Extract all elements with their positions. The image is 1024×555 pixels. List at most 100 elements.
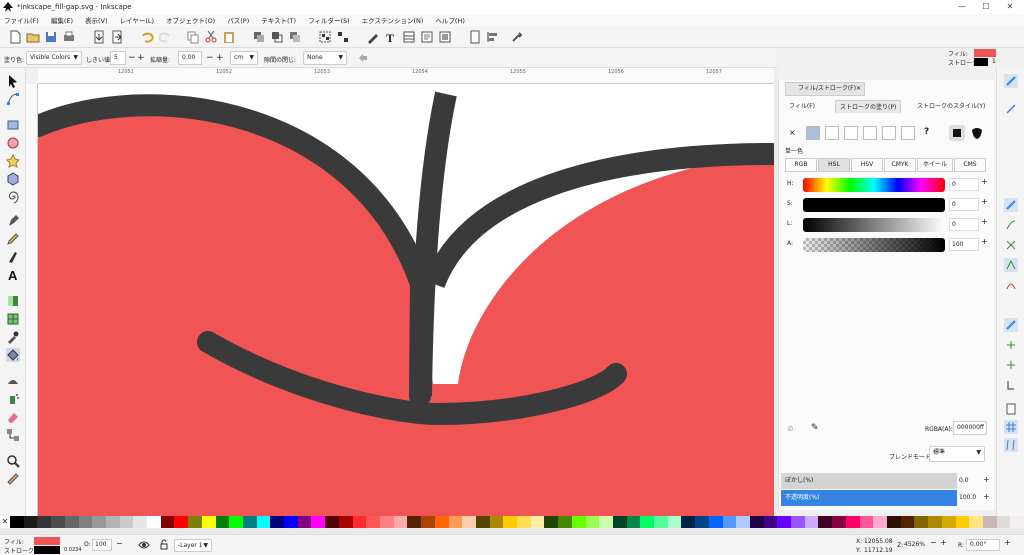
grow-decrement-button[interactable]: − bbox=[206, 51, 214, 65]
palette-swatch[interactable] bbox=[1010, 516, 1024, 528]
palette-swatch[interactable] bbox=[407, 516, 422, 528]
palette-swatch[interactable] bbox=[928, 516, 942, 528]
reset-icon[interactable] bbox=[356, 51, 370, 65]
open-file-icon[interactable] bbox=[26, 30, 40, 44]
threshold-increment-button[interactable]: + bbox=[137, 51, 145, 65]
linear-gradient-icon[interactable] bbox=[825, 126, 839, 140]
status-fill-swatch[interactable] bbox=[34, 537, 60, 545]
menu-object[interactable]: オブジェクト(O) bbox=[166, 15, 215, 25]
palette-swatch[interactable] bbox=[256, 516, 271, 528]
palette-swatch[interactable] bbox=[284, 516, 298, 528]
palette-swatch[interactable] bbox=[722, 516, 737, 528]
tab-stroke-paint[interactable]: ストロークの塗り(P) bbox=[835, 100, 902, 114]
snap-cusp-icon[interactable] bbox=[1004, 258, 1018, 272]
threshold-input[interactable]: 5 bbox=[110, 51, 126, 65]
connector-tool-icon[interactable] bbox=[6, 428, 20, 442]
color-picker-icon[interactable]: ✎ bbox=[811, 423, 821, 433]
hue-slider[interactable] bbox=[803, 178, 945, 192]
palette-swatch[interactable] bbox=[448, 516, 463, 528]
palette-swatch[interactable] bbox=[201, 516, 216, 528]
gradient-tool-icon[interactable] bbox=[6, 294, 20, 308]
mode-hsv[interactable]: HSV bbox=[851, 158, 883, 172]
spray-tool-icon[interactable] bbox=[6, 392, 20, 406]
palette-swatch[interactable] bbox=[147, 516, 161, 528]
palette-swatch[interactable] bbox=[558, 516, 572, 528]
palette-swatch[interactable] bbox=[10, 516, 24, 528]
mode-wheel[interactable]: ホイール bbox=[917, 158, 953, 172]
snap-rotation-center-icon[interactable] bbox=[1004, 358, 1018, 372]
redo-icon[interactable] bbox=[158, 30, 172, 44]
palette-swatch[interactable] bbox=[174, 516, 189, 528]
rotation-increment-button[interactable]: + bbox=[1004, 538, 1011, 547]
close-button[interactable]: ✕ bbox=[998, 0, 1022, 14]
dropper-tool-icon[interactable] bbox=[6, 330, 20, 344]
clone-icon[interactable] bbox=[270, 30, 284, 44]
palette-swatch[interactable] bbox=[873, 516, 887, 528]
blend-mode-dropdown[interactable]: 標準 ▼ bbox=[929, 446, 985, 462]
palette-swatch[interactable] bbox=[434, 516, 449, 528]
group-icon[interactable] bbox=[318, 30, 332, 44]
palette-swatch[interactable] bbox=[763, 516, 778, 528]
palette-swatch[interactable] bbox=[325, 516, 339, 528]
fill-rule-nonzero-icon[interactable] bbox=[969, 125, 985, 141]
menu-help[interactable]: ヘルプ(H) bbox=[435, 15, 464, 25]
export-icon[interactable] bbox=[110, 30, 124, 44]
palette-swatch[interactable] bbox=[270, 516, 285, 528]
menu-path[interactable]: パス(P) bbox=[227, 15, 249, 25]
opacity-slider[interactable]: 不透明度(%) bbox=[781, 490, 957, 506]
pattern-icon[interactable] bbox=[863, 126, 877, 140]
tab-fill[interactable]: フィル(F) bbox=[785, 100, 819, 114]
text-font-dialog-icon[interactable]: T bbox=[384, 30, 398, 45]
stem-stroke[interactable] bbox=[410, 91, 457, 397]
blur-input[interactable]: 0.0 bbox=[957, 473, 981, 489]
palette-swatch[interactable] bbox=[119, 516, 134, 528]
palette-swatch[interactable] bbox=[818, 516, 833, 528]
panel-tab[interactable]: フィル/ストローク(F) ✕ bbox=[785, 82, 865, 96]
panel-close-icon[interactable]: ✕ bbox=[856, 83, 861, 95]
node-tool-icon[interactable] bbox=[6, 92, 20, 106]
menu-text[interactable]: テキスト(T) bbox=[261, 15, 296, 25]
palette-swatch[interactable] bbox=[681, 516, 696, 528]
palette-swatch[interactable] bbox=[544, 516, 559, 528]
status-opacity-input[interactable]: 100 bbox=[92, 539, 112, 551]
hue-input[interactable]: 0 bbox=[949, 178, 979, 191]
palette-swatch[interactable] bbox=[475, 516, 490, 528]
minimize-button[interactable]: — bbox=[950, 0, 974, 14]
menu-filters[interactable]: フィルター(S) bbox=[308, 15, 350, 25]
palette-swatch[interactable] bbox=[585, 516, 600, 528]
lightness-increment-button[interactable]: + bbox=[981, 217, 988, 226]
palette-none-swatch[interactable]: ✕ bbox=[0, 516, 10, 528]
duplicate-icon[interactable] bbox=[252, 30, 266, 44]
palette-swatch[interactable] bbox=[530, 516, 545, 528]
palette-swatch[interactable] bbox=[900, 516, 915, 528]
pencil-tool-icon[interactable] bbox=[6, 232, 20, 246]
snap-toggle-icon[interactable] bbox=[1004, 74, 1018, 88]
close-gaps-dropdown[interactable]: None ▼ bbox=[303, 51, 347, 65]
align-distribute-icon[interactable] bbox=[486, 30, 500, 44]
palette-swatch[interactable] bbox=[708, 516, 723, 528]
threshold-decrement-button[interactable]: − bbox=[128, 51, 136, 65]
palette-swatch[interactable] bbox=[242, 516, 257, 528]
grow-input[interactable]: 0.00 bbox=[178, 51, 202, 65]
palette-swatch[interactable] bbox=[366, 516, 380, 528]
hue-increment-button[interactable]: + bbox=[981, 177, 988, 186]
mode-rgb[interactable]: RGB bbox=[785, 158, 817, 172]
vertical-ruler[interactable] bbox=[26, 84, 38, 516]
unknown-paint-icon[interactable]: ? bbox=[924, 127, 929, 137]
swatch-icon[interactable] bbox=[901, 126, 915, 140]
zoom-input[interactable]: 4526% bbox=[904, 539, 928, 551]
palette-swatch[interactable] bbox=[78, 516, 93, 528]
menu-layer[interactable]: レイヤー(L) bbox=[120, 15, 155, 25]
palette-swatch[interactable] bbox=[777, 516, 792, 528]
palette-swatch[interactable] bbox=[654, 516, 668, 528]
palette-swatch[interactable] bbox=[489, 516, 504, 528]
snap-nodes-icon[interactable] bbox=[1004, 198, 1018, 212]
flat-color-icon[interactable] bbox=[806, 126, 820, 140]
save-icon[interactable] bbox=[44, 30, 58, 44]
lightness-slider[interactable] bbox=[803, 218, 945, 232]
palette-swatch[interactable] bbox=[612, 516, 627, 528]
menu-extensions[interactable]: エクステンション(N) bbox=[362, 15, 424, 25]
saturation-increment-button[interactable]: + bbox=[981, 197, 988, 206]
palette-swatch[interactable] bbox=[105, 516, 120, 528]
zoom-tool-icon[interactable] bbox=[6, 454, 20, 468]
